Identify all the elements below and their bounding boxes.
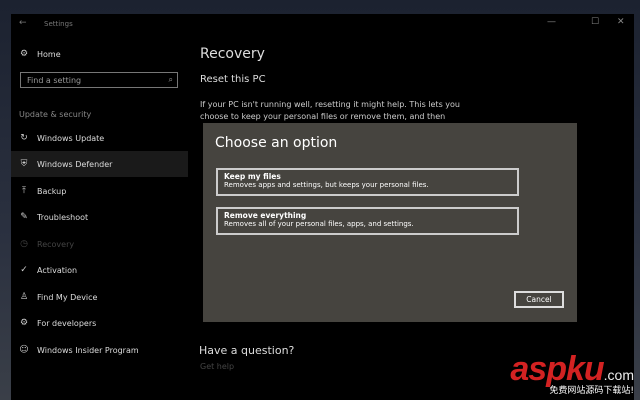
nav-label: Find My Device	[37, 292, 98, 302]
nav-label: Activation	[37, 265, 78, 275]
option-desc: Removes all of your personal files, apps…	[224, 220, 414, 228]
back-button[interactable]: ←	[19, 18, 27, 28]
dialog-title: Choose an option	[215, 135, 338, 151]
option-title: Remove everything	[224, 211, 307, 220]
keep-my-files-option[interactable]: Keep my files Removes apps and settings, …	[216, 168, 519, 196]
page-title: Recovery	[200, 46, 265, 62]
nav-label: Windows Defender	[37, 159, 113, 169]
insider-icon: ☺	[19, 345, 29, 355]
nav-label: Recovery	[37, 239, 75, 249]
search-icon: ⌕	[168, 75, 173, 84]
shield-icon: ⛨	[20, 159, 28, 169]
sidebar-item-find-my-device[interactable]: ♙ Find My Device	[11, 284, 188, 310]
check-circle-icon: ✓	[20, 265, 28, 275]
title-bar: ← Settings — ☐ ✕	[11, 14, 634, 34]
get-help-link[interactable]: Get help	[200, 362, 234, 371]
refresh-icon: ↻	[20, 133, 28, 143]
maximize-button[interactable]: ☐	[591, 17, 599, 27]
cancel-button[interactable]: Cancel	[514, 291, 564, 308]
option-title: Keep my files	[224, 172, 281, 181]
nav-label: Windows Insider Program	[37, 345, 139, 355]
remove-everything-option[interactable]: Remove everything Removes all of your per…	[216, 207, 519, 235]
sidebar-item-windows-defender[interactable]: ⛨ Windows Defender	[11, 151, 188, 177]
sidebar-item-backup[interactable]: ⤒ Backup	[11, 178, 188, 204]
section-title: Reset this PC	[200, 74, 266, 85]
choose-option-dialog: Choose an option Keep my files Removes ap…	[203, 123, 577, 322]
person-pin-icon: ♙	[19, 292, 29, 302]
option-desc: Removes apps and settings, but keeps you…	[224, 181, 429, 189]
section-heading: Update & security	[19, 110, 92, 119]
nav-label: Windows Update	[37, 133, 105, 143]
minimize-button[interactable]: —	[547, 17, 556, 27]
wrench-icon: ✎	[20, 212, 28, 222]
gear-icon: ⚙	[19, 49, 29, 59]
question-heading: Have a question?	[199, 344, 295, 357]
nav-label: Troubleshoot	[37, 212, 89, 222]
developer-tools-icon: ⚙	[19, 318, 29, 328]
sidebar-item-windows-insider[interactable]: ☺ Windows Insider Program	[11, 337, 188, 363]
search-input[interactable]: Find a setting ⌕	[20, 72, 178, 88]
sidebar-item-troubleshoot[interactable]: ✎ Troubleshoot	[11, 204, 188, 230]
backup-icon: ⤒	[22, 186, 26, 196]
nav-label: For developers	[37, 318, 97, 328]
sidebar-item-windows-update[interactable]: ↻ Windows Update	[11, 125, 188, 151]
watermark: aspku.com 免费网站源码下载站!	[510, 350, 634, 396]
sidebar-item-for-developers[interactable]: ⚙ For developers	[11, 310, 188, 336]
nav-label: Backup	[37, 186, 67, 196]
home-label: Home	[37, 49, 61, 59]
history-icon: ◷	[20, 239, 28, 249]
sidebar-item-activation[interactable]: ✓ Activation	[11, 257, 188, 283]
search-placeholder: Find a setting	[27, 76, 82, 85]
sidebar-item-recovery[interactable]: ◷ Recovery	[11, 231, 188, 257]
sidebar-item-home[interactable]: ⚙ Home	[11, 41, 188, 67]
reset-description: If your PC isn't running well, resetting…	[200, 100, 460, 121]
close-button[interactable]: ✕	[617, 17, 625, 27]
watermark-domain: .com	[603, 367, 634, 383]
window-title: Settings	[44, 20, 73, 28]
